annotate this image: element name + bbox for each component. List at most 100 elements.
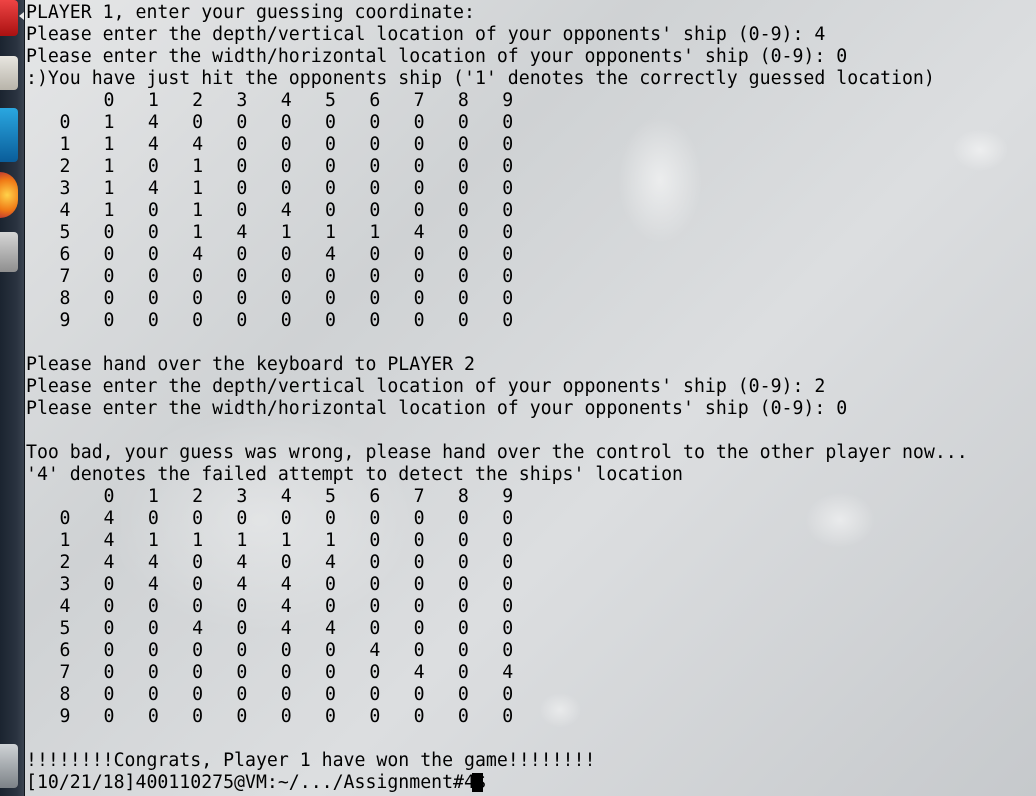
grid-column-header: 1 <box>147 90 159 111</box>
grid-row-label: 6 <box>59 640 71 661</box>
grid-cell: 0 <box>325 134 336 155</box>
grid-cell: 0 <box>413 178 425 199</box>
active-indicator-icon <box>19 12 24 20</box>
grid-cell: 0 <box>369 112 381 133</box>
grid-cell: 0 <box>457 178 469 199</box>
grid-cell: 0 <box>103 640 115 661</box>
grid-cell: 0 <box>369 530 381 551</box>
terminal-output[interactable]: PLAYER 1, enter your guessing coordinate… <box>26 0 1034 796</box>
grid-cell: 0 <box>369 134 381 155</box>
grid-cell: 1 <box>192 530 204 551</box>
terminal-line: Too bad, your guess was wrong, please ha… <box>26 442 968 463</box>
app-icon[interactable] <box>0 0 18 36</box>
grid-column-header: 3 <box>236 486 248 507</box>
grid-cell: 0 <box>369 288 381 309</box>
terminal-icon[interactable] <box>0 108 18 162</box>
grid-cell: 0 <box>325 178 336 199</box>
grid-cell: 0 <box>325 640 336 661</box>
grid-cell: 1 <box>192 222 204 243</box>
grid-row-label: 7 <box>59 662 71 683</box>
grid-cell: 0 <box>147 244 159 265</box>
grid-cell: 0 <box>369 618 381 639</box>
grid-cell: 0 <box>280 552 292 573</box>
grid-cell: 0 <box>457 574 469 595</box>
grid-cell: 0 <box>236 618 248 639</box>
grid-cell: 0 <box>413 706 425 727</box>
grid-cell: 0 <box>413 574 425 595</box>
grid-cell: 0 <box>192 684 204 705</box>
grid-cell: 0 <box>280 244 292 265</box>
win-message: !!!!!!!!Congrats, Player 1 have won the … <box>26 750 596 771</box>
grid-cell: 4 <box>325 244 336 265</box>
grid-cell: 0 <box>103 574 115 595</box>
grid-cell: 4 <box>147 552 159 573</box>
grid-cell: 4 <box>236 574 248 595</box>
grid-cell: 4 <box>147 112 159 133</box>
grid-cell: 0 <box>502 134 514 155</box>
grid-cell: 0 <box>369 684 381 705</box>
grid-cell: 0 <box>147 706 159 727</box>
terminal-line: Please enter the depth/vertical location… <box>26 24 826 45</box>
grid-cell: 0 <box>413 288 425 309</box>
grid-row-label: 1 <box>59 530 71 551</box>
grid-column-header: 0 <box>103 90 115 111</box>
grid-row-label: 2 <box>59 552 71 573</box>
trash-icon[interactable] <box>0 744 18 788</box>
grid-cell: 0 <box>103 618 115 639</box>
grid-cell: 4 <box>325 552 336 573</box>
grid-cell: 0 <box>325 200 336 221</box>
shell-prompt: [10/21/18]400110275@VM:~/.../Assignment#… <box>26 772 497 793</box>
grid-cell: 4 <box>236 222 248 243</box>
grid-cell: 0 <box>236 134 248 155</box>
grid-cell: 1 <box>147 530 159 551</box>
grid-cell: 0 <box>457 552 469 573</box>
grid-cell: 4 <box>103 530 115 551</box>
grid-column-header: 0 <box>103 486 115 507</box>
grid-row-label: 4 <box>59 596 71 617</box>
grid-cell: 0 <box>280 706 292 727</box>
grid-cell: 4 <box>369 640 381 661</box>
terminal-line: Please enter the width/horizontal locati… <box>26 398 848 419</box>
grid-cell: 0 <box>502 310 514 331</box>
grid-cell: 1 <box>325 222 336 243</box>
grid-cell: 0 <box>502 552 514 573</box>
settings-icon[interactable] <box>0 232 18 272</box>
grid-cell: 4 <box>147 178 159 199</box>
firefox-icon[interactable] <box>0 172 18 218</box>
grid-column-header: 8 <box>457 90 469 111</box>
grid-cell: 0 <box>369 200 381 221</box>
grid-cell: 0 <box>502 178 514 199</box>
grid-cell: 4 <box>280 596 292 617</box>
grid-row-label: 6 <box>59 244 71 265</box>
grid-cell: 0 <box>325 596 336 617</box>
grid-cell: 0 <box>280 112 292 133</box>
grid-column-header: 5 <box>325 486 336 507</box>
grid-cell: 0 <box>192 640 204 661</box>
grid-column-header: 7 <box>413 90 425 111</box>
grid-cell: 0 <box>103 596 115 617</box>
grid-cell: 0 <box>103 310 115 331</box>
grid-cell: 0 <box>280 684 292 705</box>
grid-cell: 0 <box>236 508 248 529</box>
grid-cell: 0 <box>236 288 248 309</box>
grid-cell: 0 <box>192 574 204 595</box>
terminal-line: '4' denotes the failed attempt to detect… <box>26 464 683 485</box>
grid-cell: 0 <box>192 552 204 573</box>
grid-cell: 0 <box>192 112 204 133</box>
grid-cell: 1 <box>103 112 115 133</box>
grid-cell: 0 <box>280 266 292 287</box>
grid-row-label: 1 <box>59 134 71 155</box>
grid-cell: 0 <box>369 244 381 265</box>
grid-cell: 1 <box>192 156 204 177</box>
grid-cell: 0 <box>325 662 336 683</box>
grid-cell: 0 <box>502 508 514 529</box>
grid-cell: 4 <box>103 552 115 573</box>
grid-cell: 0 <box>147 640 159 661</box>
grid-cell: 1 <box>280 222 292 243</box>
grid-column-header: 2 <box>192 486 204 507</box>
grid-cell: 0 <box>236 596 248 617</box>
grid-cell: 1 <box>325 530 336 551</box>
files-icon[interactable] <box>0 56 18 90</box>
grid-row-label: 5 <box>59 618 71 639</box>
grid-cell: 0 <box>502 288 514 309</box>
